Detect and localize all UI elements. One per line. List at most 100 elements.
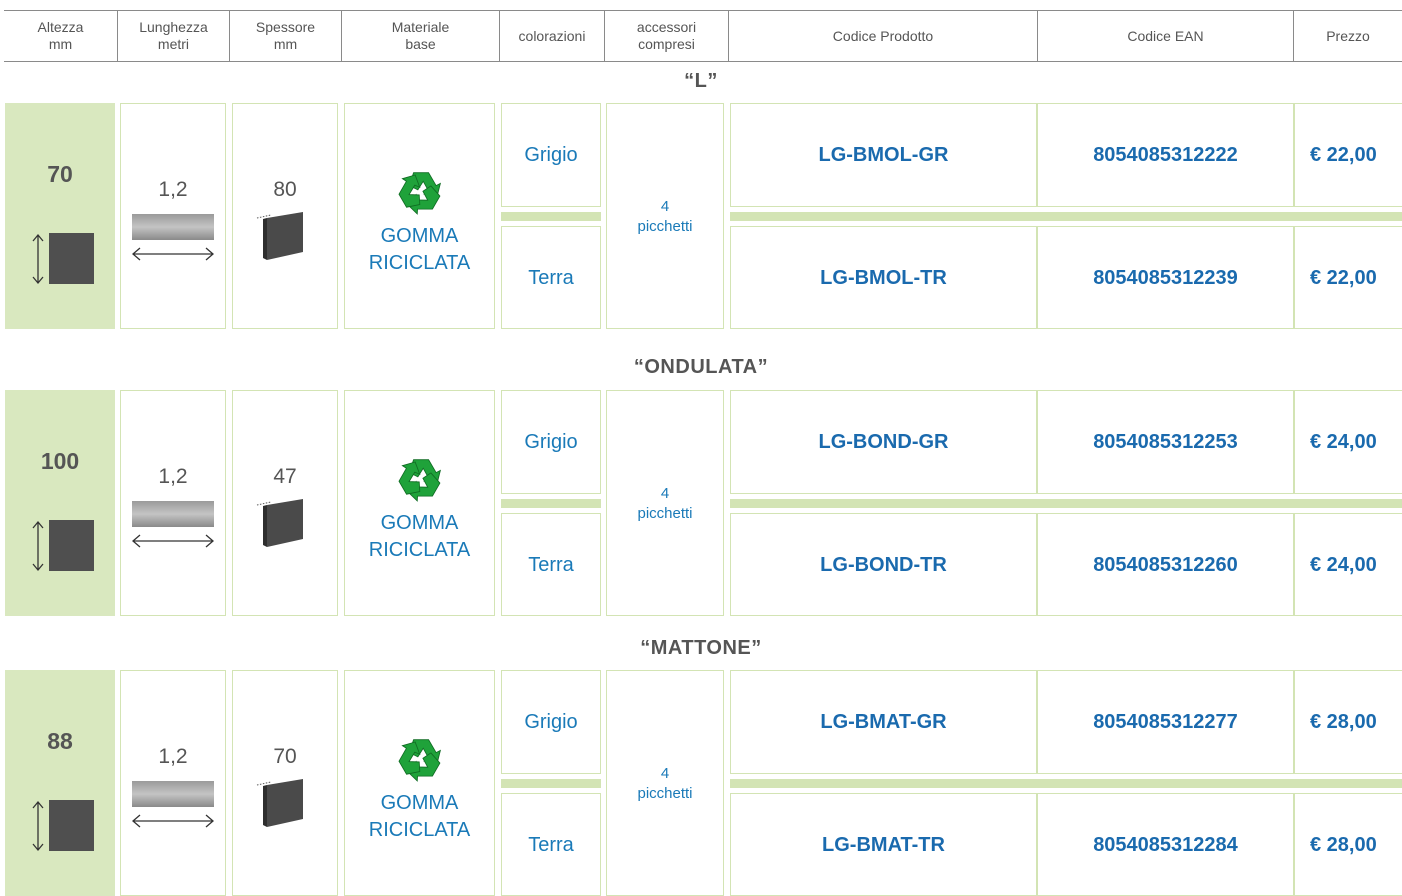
codice-prodotto-cell: LG-BMOL-GR — [730, 103, 1037, 207]
lunghezza-cell: 1,2 — [120, 670, 226, 896]
spessore-value: 47 — [273, 465, 297, 488]
colore-cell-grigio: Grigio — [501, 390, 601, 494]
prezzo-cell: € 22,00 — [1294, 226, 1402, 329]
colore-cell-grigio: Grigio — [501, 670, 601, 774]
row-divider — [730, 779, 1402, 788]
altezza-cell: 88 — [5, 670, 115, 896]
accessori-line1: 4 — [660, 485, 670, 502]
materiale-line1: GOMMA — [380, 792, 459, 814]
colore-cell-terra: Terra — [501, 226, 601, 329]
accessori-cell: 4 picchetti — [606, 670, 724, 896]
materiale-line2: RICICLATA — [368, 539, 471, 561]
ean-cell: 8054085312260 — [1037, 513, 1294, 616]
ean-cell: 8054085312222 — [1037, 103, 1294, 207]
table-header: Altezza mm Lunghezza metri Spessore mm M… — [4, 10, 1402, 62]
prezzo-value: € 22,00 — [1310, 267, 1377, 289]
lunghezza-cell: 1,2 — [120, 390, 226, 616]
recycle-icon — [392, 171, 443, 220]
spessore-cell: 70 — [232, 670, 338, 896]
prezzo-cell: € 28,00 — [1294, 793, 1402, 896]
lunghezza-value: 1,2 — [158, 178, 188, 201]
horizontal-arrow-bar-icon — [132, 214, 214, 261]
colore-value: Terra — [528, 554, 574, 576]
codice-prodotto-cell: LG-BMOL-TR — [730, 226, 1037, 329]
prezzo-value: € 24,00 — [1310, 431, 1377, 453]
row-divider — [501, 499, 601, 508]
colore-value: Grigio — [524, 431, 578, 453]
prezzo-cell: € 24,00 — [1294, 513, 1402, 616]
row-divider — [730, 212, 1402, 221]
altezza-cell: 100 — [5, 390, 115, 616]
accessori-line2: picchetti — [637, 785, 693, 802]
ean-value: 8054085312260 — [1093, 554, 1238, 576]
row-divider — [730, 499, 1402, 508]
row-divider — [501, 212, 601, 221]
prezzo-cell: € 24,00 — [1294, 390, 1402, 494]
row-divider — [501, 779, 601, 788]
codice-prodotto-cell: LG-BOND-GR — [730, 390, 1037, 494]
slab-icon — [256, 499, 303, 547]
accessori-line1: 4 — [660, 198, 670, 215]
ean-cell: 8054085312253 — [1037, 390, 1294, 494]
colore-value: Grigio — [524, 711, 578, 733]
header-lunghezza: Lunghezza metri — [117, 11, 229, 61]
slab-icon — [256, 212, 303, 260]
header-materiale: Materiale base — [341, 11, 499, 61]
prezzo-value: € 28,00 — [1310, 711, 1377, 733]
colore-cell-terra: Terra — [501, 513, 601, 616]
ean-cell: 8054085312284 — [1037, 793, 1294, 896]
altezza-value: 100 — [40, 448, 80, 474]
recycle-icon — [392, 738, 443, 787]
codice-prodotto-cell: LG-BOND-TR — [730, 513, 1037, 616]
prezzo-value: € 22,00 — [1310, 144, 1377, 166]
colore-value: Terra — [528, 267, 574, 289]
accessori-cell: 4 picchetti — [606, 103, 724, 329]
colore-value: Terra — [528, 834, 574, 856]
horizontal-arrow-bar-icon — [132, 781, 214, 828]
prezzo-cell: € 28,00 — [1294, 670, 1402, 774]
colore-cell-grigio: Grigio — [501, 103, 601, 207]
recycle-icon — [392, 458, 443, 507]
product-block: 100 1,2 47 GOMMA RICICLATA Grigio Terra … — [0, 390, 1402, 616]
materiale-line1: GOMMA — [380, 225, 459, 247]
prezzo-value: € 24,00 — [1310, 554, 1377, 576]
ean-value: 8054085312277 — [1093, 711, 1238, 733]
spessore-value: 80 — [273, 178, 297, 201]
vertical-arrow-square-icon — [32, 233, 94, 285]
section-title: “L” — [684, 70, 718, 92]
codice-prodotto-cell: LG-BMAT-GR — [730, 670, 1037, 774]
altezza-value: 88 — [47, 728, 73, 754]
ean-value: 8054085312253 — [1093, 431, 1238, 453]
header-codice-prodotto: Codice Prodotto — [728, 11, 1037, 61]
lunghezza-value: 1,2 — [158, 465, 188, 488]
altezza-value: 70 — [47, 161, 73, 187]
codice-prodotto-cell: LG-BMAT-TR — [730, 793, 1037, 896]
codice-prodotto-value: LG-BOND-GR — [818, 431, 949, 453]
materiale-cell: GOMMA RICICLATA — [344, 103, 495, 329]
header-colorazioni: colorazioni — [499, 11, 604, 61]
codice-prodotto-value: LG-BMOL-TR — [820, 267, 947, 289]
materiale-line1: GOMMA — [380, 512, 459, 534]
accessori-line2: picchetti — [637, 218, 693, 235]
header-altezza: Altezza mm — [37, 19, 84, 52]
section-title: “ONDULATA” — [633, 356, 769, 378]
ean-cell: 8054085312277 — [1037, 670, 1294, 774]
spessore-cell: 80 — [232, 103, 338, 329]
vertical-arrow-square-icon — [32, 520, 94, 572]
codice-prodotto-value: LG-BMAT-TR — [822, 834, 945, 856]
product-block: 70 1,2 80 GOMMA RICICLATA Grigio Terra 4… — [0, 103, 1402, 329]
colore-value: Grigio — [524, 144, 578, 166]
ean-value: 8054085312284 — [1093, 834, 1238, 856]
ean-value: 8054085312239 — [1093, 267, 1238, 289]
prezzo-cell: € 22,00 — [1294, 103, 1402, 207]
lunghezza-value: 1,2 — [158, 745, 188, 768]
ean-value: 8054085312222 — [1093, 144, 1238, 166]
slab-icon — [256, 779, 303, 827]
materiale-cell: GOMMA RICICLATA — [344, 390, 495, 616]
lunghezza-cell: 1,2 — [120, 103, 226, 329]
vertical-arrow-square-icon — [32, 800, 94, 852]
codice-prodotto-value: LG-BOND-TR — [820, 554, 947, 576]
altezza-cell: 70 — [5, 103, 115, 329]
materiale-cell: GOMMA RICICLATA — [344, 670, 495, 896]
codice-prodotto-value: LG-BMAT-GR — [820, 711, 947, 733]
